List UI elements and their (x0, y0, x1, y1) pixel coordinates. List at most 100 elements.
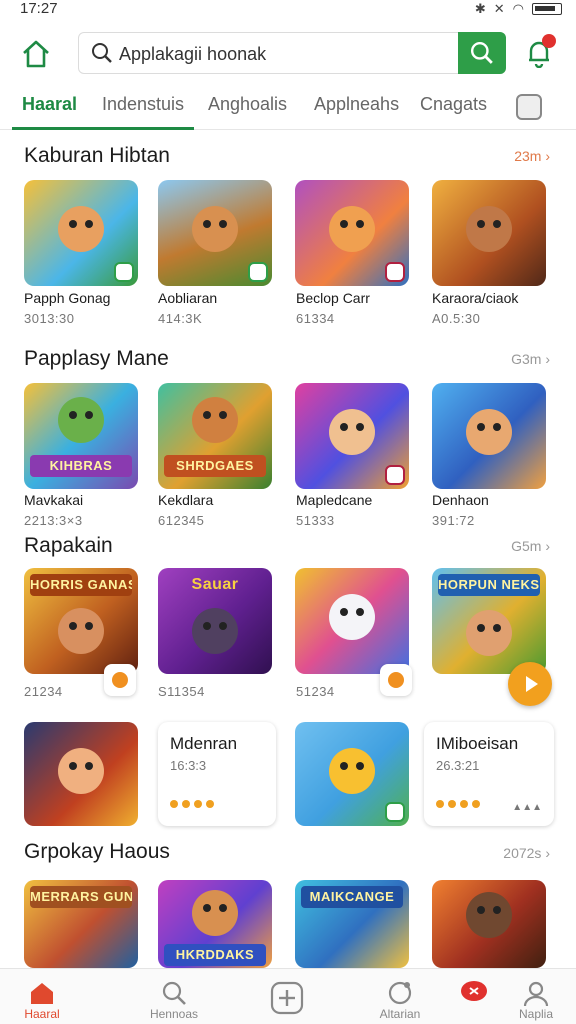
notification-button[interactable] (526, 34, 556, 69)
section-more-link[interactable]: 2072s › (503, 845, 550, 861)
home-icon[interactable] (20, 38, 52, 70)
app-icon[interactable] (295, 180, 409, 286)
app-meta: S11354 (158, 684, 205, 699)
card-title: IMiboeisan (436, 734, 519, 753)
tab-indenstuis[interactable]: Indenstuis (102, 94, 184, 115)
app-meta: 612345 (158, 513, 205, 528)
app-icon[interactable]: Sauar (158, 568, 272, 674)
character-art (58, 608, 104, 654)
app-banner-text: MERRARS GUNES (30, 886, 132, 908)
app-name[interactable]: Karaora/ciaok (432, 290, 518, 306)
app-banner-text: HORPUN NEKSN (438, 574, 540, 596)
app-icon[interactable] (24, 180, 138, 286)
search-icon (92, 43, 112, 63)
search-input[interactable]: Applakagii hoonak (119, 44, 266, 65)
section-more-link[interactable]: 23m › (514, 148, 550, 164)
app-icon[interactable] (432, 383, 546, 489)
section-more-link[interactable]: G5m › (511, 538, 550, 554)
search-button[interactable] (458, 32, 506, 74)
wifi-icon: ◠ (512, 1, 524, 16)
character-art (466, 206, 512, 252)
app-name[interactable]: Kekdlara (158, 492, 213, 508)
rating-dots (170, 800, 214, 808)
tab-haaral[interactable]: Haaral (22, 94, 77, 115)
section-more-link[interactable]: G3m › (511, 351, 550, 367)
app-icon[interactable] (295, 383, 409, 489)
app-banner-text: MAIKCANGE (301, 886, 403, 908)
battery-icon (532, 3, 562, 15)
app-icon[interactable] (295, 568, 409, 674)
section-title: Kaburan Hibtan (24, 144, 170, 167)
install-badge-icon (385, 262, 405, 282)
section-title: Grpokay Haous (24, 840, 170, 863)
nav-search[interactable]: Hennoas (126, 969, 222, 1024)
character-art (329, 594, 375, 640)
install-badge-icon (248, 262, 268, 282)
nav-label: Naplia (518, 1007, 554, 1021)
featured-app-image[interactable] (295, 722, 409, 826)
search-bar[interactable]: Applakagii hoonak (78, 32, 506, 74)
gamepad-icon (461, 981, 487, 1001)
section-more-label: G3m (511, 351, 542, 367)
character-art (192, 397, 238, 443)
app-name[interactable]: Papph Gonag (24, 290, 110, 306)
app-icon[interactable]: SHRDGAES (158, 383, 272, 489)
app-meta: 414:3K (158, 311, 203, 326)
character-art (329, 409, 375, 455)
app-banner-text: KIHBRAS (30, 455, 132, 477)
app-banner-text: HORRIS GANAS (30, 574, 132, 596)
play-icon (526, 676, 538, 692)
app-icon[interactable]: KIHBRAS (24, 383, 138, 489)
character-art (466, 409, 512, 455)
app-banner-text: SHRDGAES (164, 455, 266, 477)
update-badge-icon[interactable] (104, 664, 136, 696)
app-name[interactable]: Mavkakai (24, 492, 83, 508)
character-art (192, 206, 238, 252)
add-icon (270, 981, 304, 1015)
app-name[interactable]: Denhaon (432, 492, 489, 508)
app-icon[interactable] (432, 880, 546, 968)
app-icon[interactable]: HKRDDAKS (158, 880, 272, 968)
tabs-overflow-icon[interactable] (516, 94, 542, 120)
featured-app-card[interactable]: Mdenran 16:3:3 (158, 722, 276, 826)
card-subtitle: 26.3:21 (436, 758, 480, 773)
app-name[interactable]: Aobliaran (158, 290, 217, 306)
notification-badge (542, 34, 556, 48)
nav-add[interactable] (240, 969, 336, 1024)
app-icon[interactable] (432, 180, 546, 286)
install-badge-icon (385, 465, 405, 485)
card-subtitle: 16:3:3 (170, 758, 207, 773)
home-icon (31, 983, 53, 1004)
circle-icon (388, 981, 412, 1005)
tab-cnagats[interactable]: Cnagats (420, 94, 487, 115)
play-button[interactable] (508, 662, 552, 706)
character-art (192, 890, 238, 936)
app-name[interactable]: Beclop Carr (296, 290, 370, 306)
section-title: Papplasy Mane (24, 347, 169, 370)
app-banner-text: HKRDDAKS (164, 944, 266, 966)
app-icon[interactable] (158, 180, 272, 286)
section-title: Rapakain (24, 534, 113, 557)
nav-home[interactable]: Haaral (0, 969, 90, 1024)
section-more-label: G5m (511, 538, 542, 554)
app-name[interactable]: Mapledcane (296, 492, 372, 508)
app-banner-text: Sauar (191, 576, 239, 593)
character-art (466, 892, 512, 938)
app-icon[interactable]: HORPUN NEKSN (432, 568, 546, 674)
active-tab-indicator (12, 127, 194, 130)
install-badge-icon (385, 802, 405, 822)
app-meta: 2213:3×3 (24, 513, 83, 528)
tab-anghoalis[interactable]: Anghoalis (208, 94, 287, 115)
card-mini-label: ▲▲▲ (512, 802, 542, 813)
status-time: 17:27 (20, 0, 58, 17)
tab-applneahs[interactable]: Applneahs (314, 94, 399, 115)
featured-app-card[interactable]: IMiboeisan 26.3:21 ▲▲▲ (424, 722, 554, 826)
nav-profile[interactable]: Naplia (488, 969, 576, 1024)
character-art (329, 206, 375, 252)
character-art (329, 748, 375, 794)
app-icon[interactable]: MAIKCANGE (295, 880, 409, 968)
app-icon[interactable]: MERRARS GUNES (24, 880, 138, 968)
update-badge-icon[interactable] (380, 664, 412, 696)
app-icon[interactable]: HORRIS GANAS (24, 568, 138, 674)
featured-app-image[interactable] (24, 722, 138, 826)
